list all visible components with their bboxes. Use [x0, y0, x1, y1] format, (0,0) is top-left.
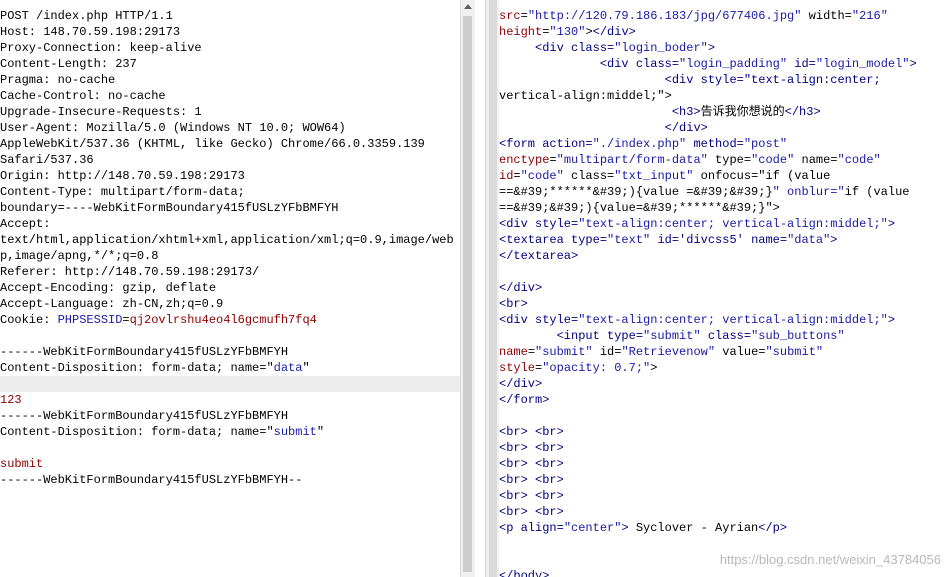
- response-line: </textarea>: [499, 249, 579, 263]
- request-line: Accept:: [0, 217, 51, 231]
- request-line: Host: 148.70.59.198:29173: [0, 25, 181, 39]
- watermark: https://blog.csdn.net/weixin_43784056: [719, 552, 941, 567]
- response-line: id="code" class="txt_input" onfocus="if …: [499, 169, 831, 183]
- request-line: boundary=----WebKitFormBoundary415fUSLzY…: [0, 201, 339, 215]
- request-line: [0, 440, 460, 456]
- pane-divider[interactable]: [475, 0, 485, 577]
- response-left-border: [485, 0, 500, 577]
- response-line: style="opacity: 0.7;">: [499, 361, 658, 375]
- response-pane[interactable]: src="http://120.79.186.183/jpg/677406.jp…: [499, 0, 951, 577]
- request-line: [0, 328, 460, 344]
- response-line: height="130"></div>: [499, 25, 636, 39]
- response-line: <textarea type="text" id='divcss5' name=…: [499, 233, 838, 247]
- request-line: ------WebKitFormBoundary415fUSLzYFbBMFYH: [0, 345, 289, 359]
- response-line: src="http://120.79.186.183/jpg/677406.jp…: [499, 9, 888, 23]
- response-line: <div style="text-align:center; vertical-…: [499, 313, 896, 327]
- request-line: 123: [0, 393, 22, 407]
- response-line: </form>: [499, 393, 550, 407]
- request-line: Content-Type: multipart/form-data;: [0, 185, 245, 199]
- request-line: Accept-Encoding: gzip, deflate: [0, 281, 217, 295]
- request-line: Safari/537.36: [0, 153, 94, 167]
- response-line: <div style="text-align:center;: [664, 73, 881, 87]
- response-line: ==&#39;******&#39;){value =&#39;&#39;}" …: [499, 185, 910, 199]
- request-line: Accept-Language: zh-CN,zh;q=0.9: [0, 297, 224, 311]
- response-line: [499, 536, 951, 552]
- request-scrollbar[interactable]: [460, 0, 475, 577]
- request-line: POST /index.php HTTP/1.1: [0, 9, 173, 23]
- response-line: <div style="text-align:center; vertical-…: [499, 217, 896, 231]
- request-line: Origin: http://148.70.59.198:29173: [0, 169, 245, 183]
- request-pane[interactable]: POST /index.php HTTP/1.1 Host: 148.70.59.…: [0, 0, 460, 577]
- response-line: <br>: [499, 297, 528, 311]
- request-line: Upgrade-Insecure-Requests: 1: [0, 105, 202, 119]
- response-line: ==&#39;&#39;){value=&#39;******&#39;}">: [499, 201, 780, 215]
- request-line: AppleWebKit/537.36 (KHTML, like Gecko) C…: [0, 137, 425, 151]
- response-line: <br> <br>: [499, 505, 564, 519]
- response-line: <h3>告诉我你想说的</h3>: [671, 105, 821, 119]
- response-line: <p align="center"> Syclover - Ayrian</p>: [499, 521, 788, 535]
- request-line: Content-Disposition: form-data; name="su…: [0, 425, 325, 439]
- request-line: Cache-Control: no-cache: [0, 89, 166, 103]
- response-line: </div>: [664, 121, 708, 135]
- request-line: Referer: http://148.70.59.198:29173/: [0, 265, 260, 279]
- divider-bar: [489, 0, 497, 577]
- request-line: Content-Disposition: form-data; name="da…: [0, 361, 310, 375]
- response-line: name="submit" id="Retrievenow" value="su…: [499, 345, 824, 359]
- scroll-up-arrow-icon[interactable]: [464, 4, 472, 9]
- response-line: <br> <br>: [499, 489, 564, 503]
- request-line: [0, 376, 460, 392]
- request-line: Proxy-Connection: keep-alive: [0, 41, 202, 55]
- response-line: </div>: [499, 281, 543, 295]
- request-line: submit: [0, 457, 44, 471]
- response-line: vertical-align:middel;">: [499, 89, 672, 103]
- scrollbar-thumb[interactable]: [463, 16, 472, 572]
- response-line: [499, 408, 951, 424]
- response-line: <form action="./index.php" method="post": [499, 137, 788, 151]
- response-line: <input type="submit" class="sub_buttons": [556, 329, 845, 343]
- response-line: </body>: [499, 569, 550, 577]
- response-line: <br> <br>: [499, 457, 564, 471]
- request-line: Cookie: PHPSESSID=qj2ovlrshu4eo4l6gcmufh…: [0, 313, 317, 327]
- response-line: <br> <br>: [499, 425, 564, 439]
- response-line: <div class="login_padding" id="login_mod…: [599, 57, 917, 71]
- request-line: ------WebKitFormBoundary415fUSLzYFbBMFYH: [0, 409, 289, 423]
- request-line: p,image/apng,*/*;q=0.8: [0, 249, 159, 263]
- response-line: <div class="login_boder">: [535, 41, 716, 55]
- response-line: </div>: [499, 377, 543, 391]
- response-line: <br> <br>: [499, 441, 564, 455]
- request-line: Pragma: no-cache: [0, 73, 116, 87]
- response-text[interactable]: src="http://120.79.186.183/jpg/677406.jp…: [499, 8, 951, 577]
- response-line: enctype="multipart/form-data" type="code…: [499, 153, 881, 167]
- request-line: Content-Length: 237: [0, 57, 137, 71]
- request-line: text/html,application/xhtml+xml,applicat…: [0, 233, 454, 247]
- response-line: <br> <br>: [499, 473, 564, 487]
- request-text[interactable]: POST /index.php HTTP/1.1 Host: 148.70.59.…: [0, 8, 460, 488]
- request-line: User-Agent: Mozilla/5.0 (Windows NT 10.0…: [0, 121, 346, 135]
- response-line: [499, 264, 951, 280]
- request-line: ------WebKitFormBoundary415fUSLzYFbBMFYH…: [0, 473, 303, 487]
